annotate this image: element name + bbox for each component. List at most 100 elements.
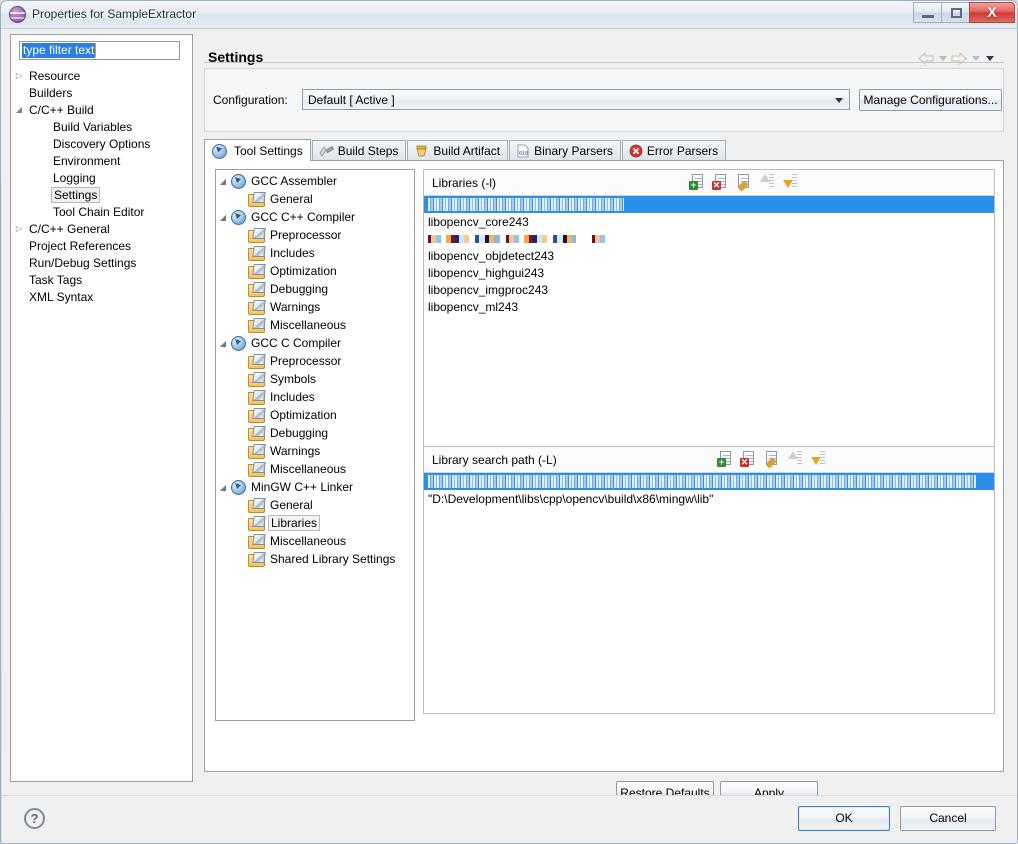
tool-tree-item-miscellaneous-c[interactable]: Miscellaneous — [216, 460, 414, 478]
chevron-down-icon[interactable]: ◢ — [216, 213, 230, 222]
settings-page-tree[interactable]: ▷ Resource Builders ◢ C/C++ Build Build … — [11, 67, 192, 305]
sidebar-item-label: Logging — [53, 170, 96, 185]
tool-tree-item-debugging-c[interactable]: Debugging — [216, 424, 414, 442]
tool-tree-item-preprocessor[interactable]: Preprocessor — [216, 226, 414, 244]
tool-tree-item-optimization[interactable]: Optimization — [216, 262, 414, 280]
cancel-button[interactable]: Cancel — [900, 806, 996, 831]
sidebar-item-tool-chain-editor[interactable]: Tool Chain Editor — [11, 203, 192, 220]
sidebar-item-run-debug-settings[interactable]: Run/Debug Settings — [11, 254, 192, 271]
configuration-select[interactable]: Default [ Active ] — [302, 89, 850, 110]
list-item[interactable]: libopencv_objdetect243 — [424, 247, 994, 264]
tool-tree-item-gcc-cpp-compiler[interactable]: ◢ GCC C++ Compiler — [216, 208, 414, 226]
tool-tree-item-warnings-c[interactable]: Warnings — [216, 442, 414, 460]
libraries-list[interactable]: libopencv_core243 libopencv_objdetect243… — [424, 196, 994, 450]
tab-build-artifact[interactable]: Build Artifact — [407, 140, 509, 161]
add-icon[interactable]: + — [689, 173, 706, 190]
arrow-right-icon[interactable] — [951, 51, 968, 66]
list-item[interactable] — [424, 473, 994, 490]
sidebar-item-build-variables[interactable]: Build Variables — [11, 118, 192, 135]
list-item-label: libopencv_imgproc243 — [428, 282, 549, 297]
sidebar-item-xml-syntax[interactable]: XML Syntax — [11, 288, 192, 305]
move-down-icon[interactable] — [781, 173, 798, 190]
tool-tree-item-debugging[interactable]: Debugging — [216, 280, 414, 298]
maximize-button[interactable] — [941, 2, 970, 23]
move-up-icon[interactable] — [758, 173, 775, 190]
minimize-button[interactable] — [913, 2, 942, 23]
chevron-down-icon[interactable] — [972, 56, 980, 61]
sidebar-item-environment[interactable]: Environment — [11, 152, 192, 169]
configuration-group: Configuration: Default [ Active ] Manage… — [204, 68, 1004, 132]
list-item[interactable]: libopencv_core243 — [424, 213, 994, 230]
tool-tree-item-label: Debugging — [270, 282, 329, 296]
chevron-right-icon[interactable]: ▷ — [11, 224, 27, 233]
folder-icon — [248, 282, 265, 297]
tab-binary-parsers[interactable]: 010 Binary Parsers — [509, 140, 621, 161]
tool-tree-item-miscellaneous[interactable]: Miscellaneous — [216, 316, 414, 334]
tool-tree-item-gcc-assembler[interactable]: ◢ GCC Assembler — [216, 172, 414, 190]
view-menu-chevron-down-icon[interactable] — [986, 56, 994, 61]
tab-error-parsers[interactable]: Error Parsers — [621, 140, 727, 161]
tool-tree-item-includes[interactable]: Includes — [216, 244, 414, 262]
tool-tree-item-libraries[interactable]: Libraries — [216, 514, 414, 532]
title-bar[interactable]: Properties for SampleExtractor X — [1, 1, 1017, 29]
tab-tool-settings[interactable]: Tool Settings — [204, 139, 311, 161]
sidebar-item-settings[interactable]: Settings — [11, 186, 192, 203]
tool-tree-item-optimization-c[interactable]: Optimization — [216, 406, 414, 424]
chevron-down-icon[interactable]: ◢ — [216, 339, 230, 348]
sidebar-item-resource[interactable]: ▷ Resource — [11, 67, 192, 84]
tool-tree-item-label: Warnings — [270, 300, 321, 314]
libraries-group: Libraries (-l) + ✕ libopencv_core243 lib… — [423, 169, 995, 451]
tool-tree-item-label: Miscellaneous — [270, 534, 347, 548]
tool-tree-item-symbols[interactable]: Symbols — [216, 370, 414, 388]
delete-icon[interactable]: ✕ — [712, 173, 729, 190]
delete-icon[interactable]: ✕ — [740, 450, 757, 467]
move-up-icon[interactable] — [786, 450, 803, 467]
tool-tree-item-shared-library-settings[interactable]: Shared Library Settings — [216, 550, 414, 568]
chevron-down-icon[interactable]: ◢ — [216, 483, 230, 492]
library-search-path-list[interactable]: "D:\Development\libs\cpp\opencv\build\x8… — [424, 473, 994, 713]
add-icon[interactable]: + — [717, 450, 734, 467]
list-item[interactable]: libopencv_ml243 — [424, 298, 994, 315]
tab-build-steps[interactable]: Build Steps — [311, 140, 407, 161]
tool-tree-item-general-linker[interactable]: General — [216, 496, 414, 514]
tool-tree-item-warnings[interactable]: Warnings — [216, 298, 414, 316]
help-icon[interactable]: ? — [24, 808, 45, 829]
tab-label: Binary Parsers — [534, 144, 613, 158]
list-item[interactable] — [424, 230, 994, 247]
tool-tree[interactable]: ◢ GCC Assembler General ◢ GCC C++ Compil… — [215, 169, 415, 721]
arrow-left-icon[interactable] — [918, 51, 935, 66]
chevron-down-icon[interactable]: ◢ — [11, 105, 27, 114]
move-down-icon[interactable] — [809, 450, 826, 467]
list-item[interactable]: libopencv_highgui243 — [424, 264, 994, 281]
filter-input[interactable]: type filter text — [19, 41, 180, 60]
list-item[interactable] — [424, 196, 994, 213]
sidebar-item-cpp-build[interactable]: ◢ C/C++ Build — [11, 101, 192, 118]
obscured-value — [428, 234, 576, 243]
tool-tree-item-preprocessor-c[interactable]: Preprocessor — [216, 352, 414, 370]
ok-button[interactable]: OK — [798, 806, 890, 831]
sidebar-item-task-tags[interactable]: Task Tags — [11, 271, 192, 288]
chevron-right-icon[interactable]: ▷ — [11, 71, 27, 80]
sidebar-item-logging[interactable]: Logging — [11, 169, 192, 186]
tool-tree-item-gcc-c-compiler[interactable]: ◢ GCC C Compiler — [216, 334, 414, 352]
chevron-down-icon[interactable] — [939, 56, 947, 61]
sidebar-item-project-references[interactable]: Project References — [11, 237, 192, 254]
properties-dialog: Properties for SampleExtractor X type fi… — [0, 0, 1018, 844]
tool-tree-item-mingw-cpp-linker[interactable]: ◢ MinGW C++ Linker — [216, 478, 414, 496]
chevron-down-icon[interactable]: ◢ — [216, 177, 230, 186]
list-item[interactable]: libopencv_imgproc243 — [424, 281, 994, 298]
sidebar-item-discovery-options[interactable]: Discovery Options — [11, 135, 192, 152]
sidebar-item-label: Task Tags — [29, 272, 83, 287]
tool-icon — [230, 336, 246, 351]
list-item[interactable]: "D:\Development\libs\cpp\opencv\build\x8… — [424, 490, 994, 507]
sidebar-item-builders[interactable]: Builders — [11, 84, 192, 101]
close-button[interactable]: X — [969, 2, 1015, 23]
manage-configurations-button[interactable]: Manage Configurations... — [859, 89, 1002, 111]
edit-icon[interactable] — [735, 173, 752, 192]
sidebar-item-cpp-general[interactable]: ▷ C/C++ General — [11, 220, 192, 237]
tool-tree-item-label: Optimization — [270, 264, 337, 278]
tool-tree-item-includes-c[interactable]: Includes — [216, 388, 414, 406]
edit-icon[interactable] — [763, 450, 780, 469]
tool-tree-item-general[interactable]: General — [216, 190, 414, 208]
tool-tree-item-miscellaneous-linker[interactable]: Miscellaneous — [216, 532, 414, 550]
